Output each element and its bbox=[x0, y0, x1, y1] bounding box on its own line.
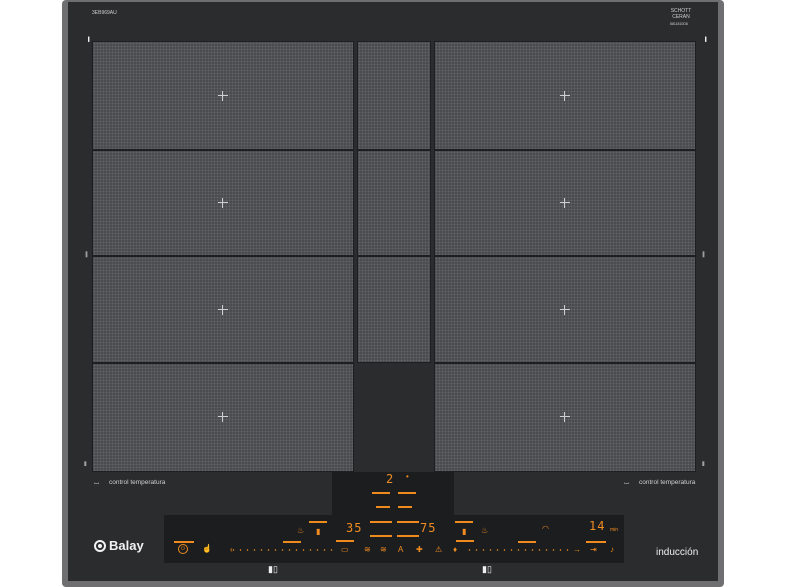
zone-center-mark bbox=[560, 412, 570, 422]
hand-icon[interactable]: ☝ bbox=[202, 545, 212, 553]
corner-mark-top-left: ╹ bbox=[86, 37, 92, 47]
pan-icon-left: ⌴ bbox=[94, 479, 100, 486]
timer-unit-label: min bbox=[610, 527, 619, 533]
bell-icon[interactable]: ♪ bbox=[610, 546, 614, 554]
wifi-icon[interactable]: ◠ bbox=[542, 524, 549, 533]
heat-icon-right[interactable]: ♨ bbox=[481, 527, 488, 535]
zone-center-mark bbox=[560, 305, 570, 315]
function-icon[interactable]: ≋ bbox=[380, 546, 387, 554]
model-code: 3EB969AU bbox=[92, 10, 117, 16]
zone-center-mark bbox=[560, 198, 570, 208]
balay-logo-icon bbox=[94, 539, 106, 552]
left-slider-indicator[interactable] bbox=[283, 541, 301, 543]
induction-label: inducción bbox=[656, 547, 699, 558]
cooking-zone-center-1[interactable] bbox=[357, 41, 431, 150]
cooking-zone-center-3[interactable] bbox=[357, 256, 431, 363]
right-power-slider[interactable] bbox=[466, 549, 570, 551]
arrow-right-icon[interactable]: → bbox=[573, 546, 581, 554]
power-icon[interactable]: ⏻ bbox=[178, 544, 188, 554]
zone-selector-bar[interactable] bbox=[456, 540, 474, 542]
center-level-bar[interactable] bbox=[376, 506, 390, 508]
control-panel bbox=[164, 515, 624, 563]
center-level-bar[interactable] bbox=[372, 492, 390, 494]
power-boost-icon[interactable]: ▭ bbox=[341, 546, 349, 554]
pan-icon-right: ⌴ bbox=[624, 479, 630, 486]
plus-icon[interactable]: ✚ bbox=[416, 546, 423, 554]
skip-icon[interactable]: ⇥ bbox=[590, 546, 597, 554]
zone-selector-bar[interactable] bbox=[309, 521, 327, 523]
corner-mark-bottom-right: ⫴ bbox=[702, 462, 705, 468]
center-dot-icon: • bbox=[406, 472, 409, 481]
drop-icon[interactable]: ♦ bbox=[453, 546, 457, 554]
zone-center-mark bbox=[218, 198, 228, 208]
zone-selector-bar[interactable] bbox=[455, 521, 473, 523]
timer-display: 14 bbox=[589, 519, 606, 533]
left-temperature-control-label: control temperatura bbox=[109, 479, 166, 486]
left-slider-arrow[interactable]: ‹ bbox=[230, 546, 233, 554]
brand-logo: Balay bbox=[94, 538, 144, 553]
brand-name: Balay bbox=[109, 538, 144, 553]
zone-center-mark bbox=[218, 305, 228, 315]
corner-mark-bottom-left: ⫴ bbox=[84, 462, 87, 468]
zone-icon-right[interactable]: ▮ bbox=[462, 528, 466, 536]
zone-center-mark bbox=[560, 91, 570, 101]
center-zone-bar[interactable] bbox=[370, 535, 392, 537]
schott-ceran-logo: SCHOTT CERAN bbox=[670, 8, 692, 20]
panel-marker-left: ▮▯ bbox=[268, 564, 278, 574]
panel-marker-right: ▮▯ bbox=[482, 564, 492, 574]
right-temperature-control-label: control temperatura bbox=[639, 479, 696, 486]
center-level-bar[interactable] bbox=[398, 492, 416, 494]
cooking-zone-center-2[interactable] bbox=[357, 150, 431, 256]
zone-center-mark bbox=[218, 412, 228, 422]
right-zone-power-level: 75 bbox=[420, 521, 437, 535]
center-zone-power-level: 2 bbox=[386, 472, 395, 486]
zone-selector-bar-left[interactable] bbox=[174, 541, 194, 543]
left-zone-power-level: 35 bbox=[346, 521, 363, 535]
zone-center-mark bbox=[218, 91, 228, 101]
center-zone-bar[interactable] bbox=[397, 521, 419, 523]
alert-icon[interactable]: ⚠ bbox=[435, 546, 442, 554]
efficiency-icon[interactable]: A bbox=[398, 546, 403, 554]
center-zone-bar[interactable] bbox=[370, 521, 392, 523]
right-slider-indicator[interactable] bbox=[518, 541, 536, 543]
center-zone-bar[interactable] bbox=[397, 535, 419, 537]
function-icon[interactable]: ≋ bbox=[364, 546, 371, 554]
corner-mark-top-right: ╹ bbox=[703, 37, 709, 47]
side-mark-left: ∥ bbox=[85, 252, 88, 258]
zone-selector-bar[interactable] bbox=[336, 540, 354, 542]
left-power-slider[interactable] bbox=[230, 549, 334, 551]
schott-ceran-code: 8811810D8 bbox=[670, 22, 688, 26]
timer-bar[interactable] bbox=[586, 541, 606, 543]
side-mark-right: ∥ bbox=[702, 252, 705, 258]
heat-icon-left[interactable]: ♨ bbox=[297, 527, 304, 535]
center-level-bar[interactable] bbox=[398, 506, 412, 508]
zone-icon-left[interactable]: ▮ bbox=[316, 528, 320, 536]
